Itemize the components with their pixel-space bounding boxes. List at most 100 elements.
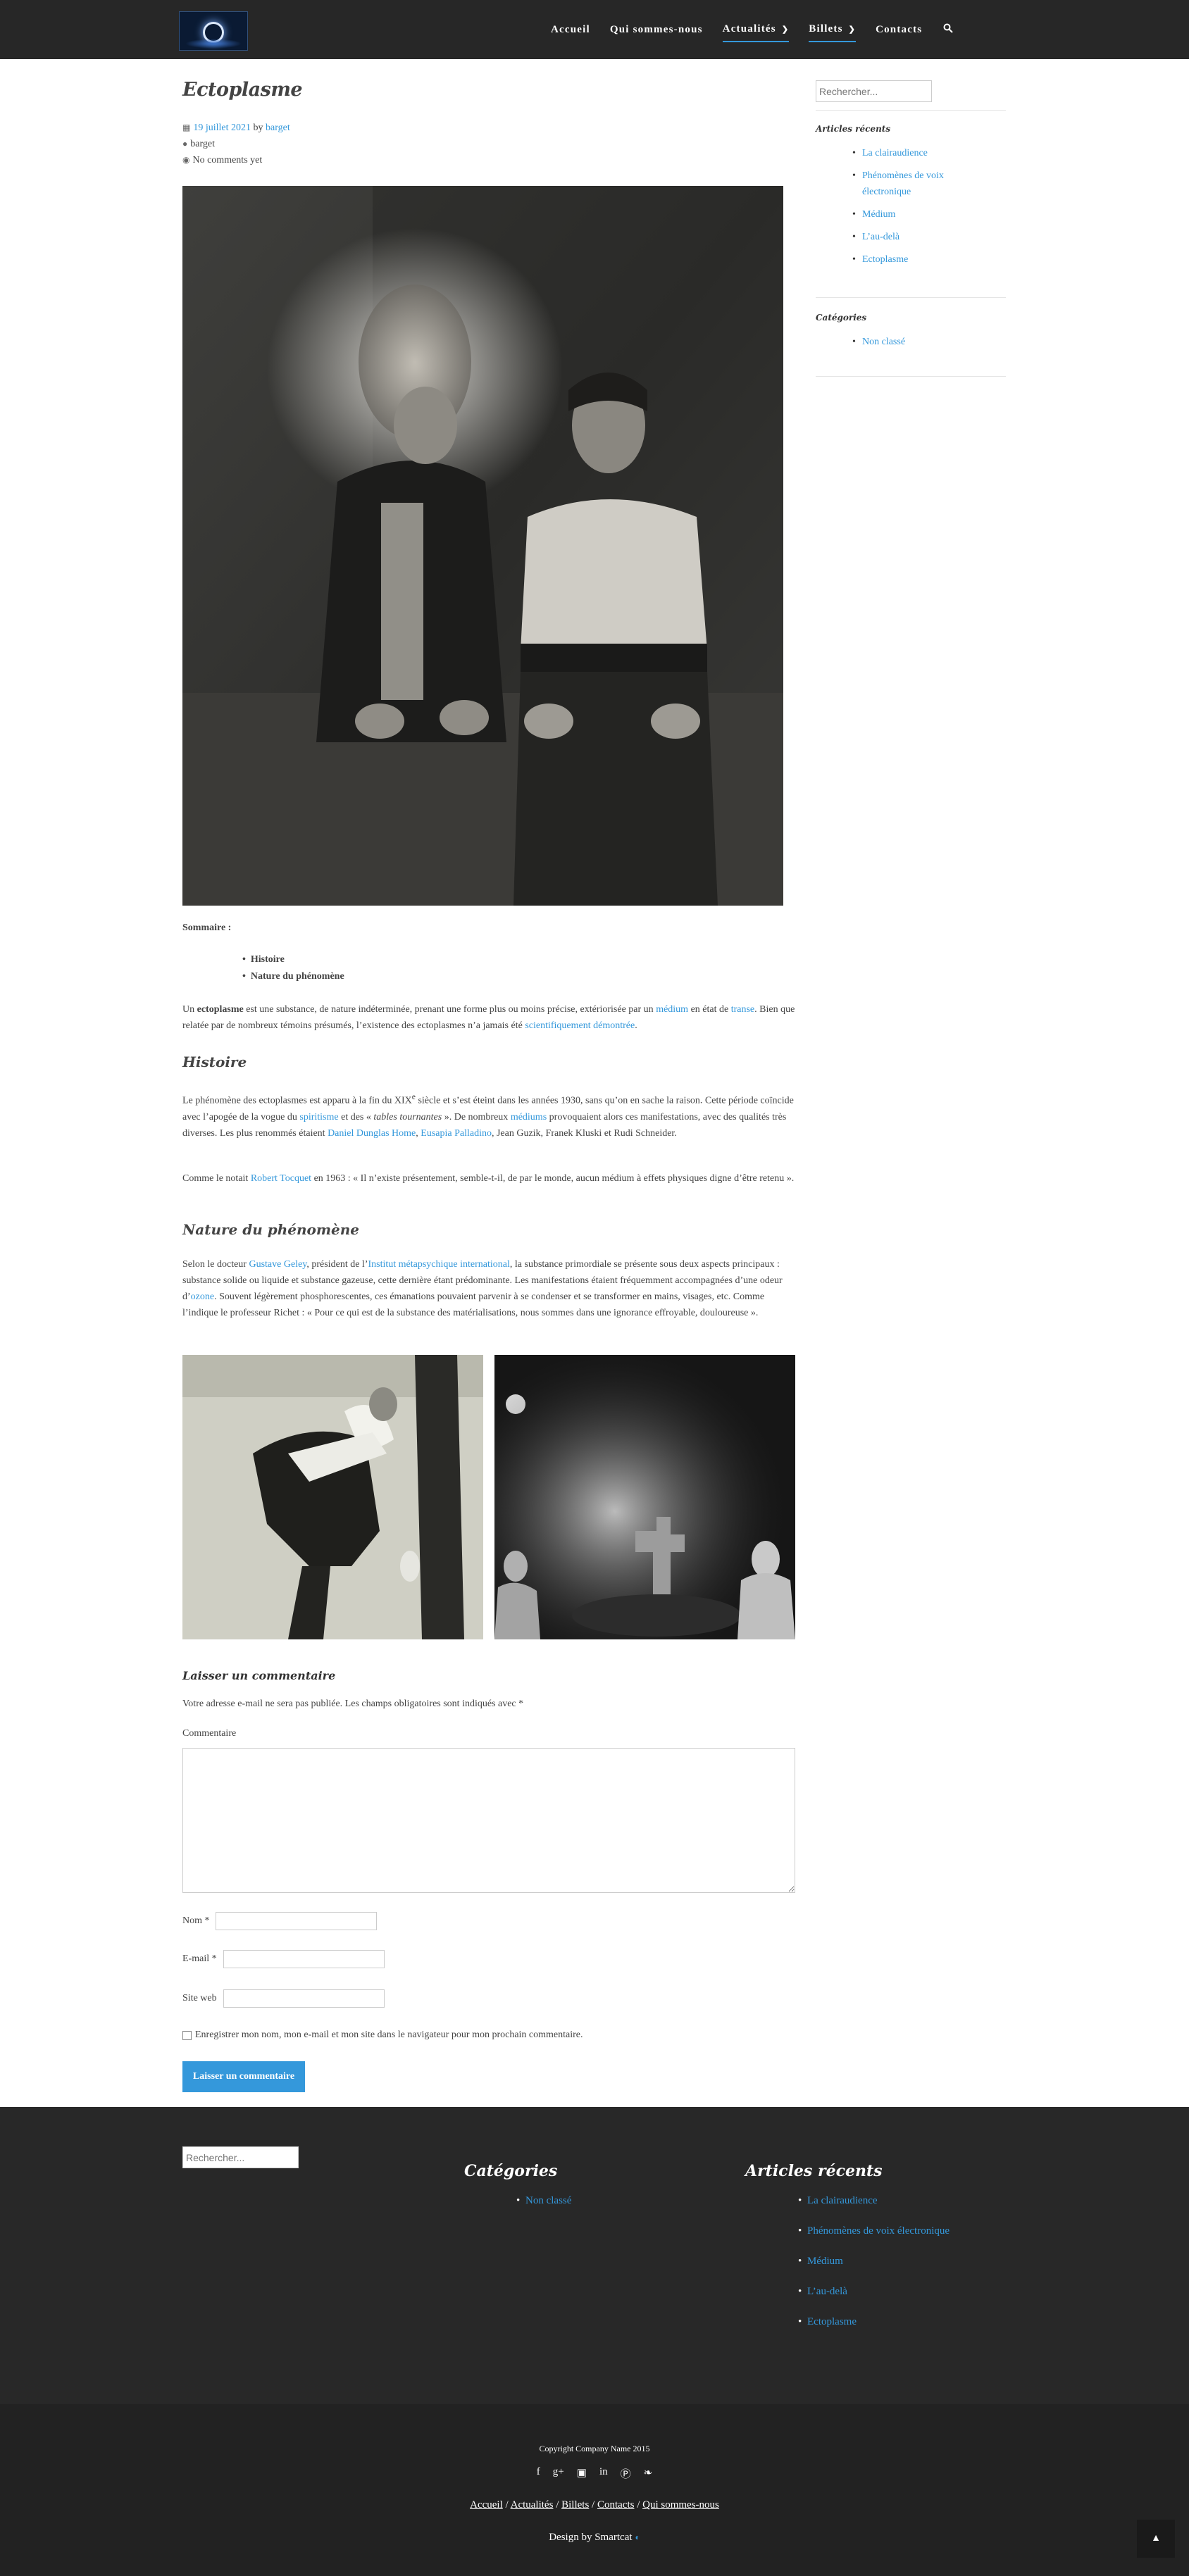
recent-post-link[interactable]: L’au-delà	[807, 2286, 847, 2297]
quote-paragraph: Comme le notait Robert Tocquet en 1963 :…	[182, 1170, 795, 1187]
nav-label: Contacts	[876, 23, 923, 35]
footer-link-qui-sommes-nous[interactable]: Qui sommes-nous	[642, 2499, 719, 2511]
link-eusapia-palladino[interactable]: Eusapia Palladino	[421, 1128, 492, 1139]
text: . Souvent légèrement phosphorescentes, c…	[182, 1292, 765, 1318]
nav-accueil[interactable]: Accueil	[551, 18, 590, 42]
recent-posts-title: Articles récents	[816, 124, 891, 134]
link-ozone[interactable]: ozone	[191, 1292, 214, 1302]
list-item[interactable]: Phénomènes de voix électronique	[852, 168, 975, 200]
author-name: barget	[190, 139, 215, 149]
nav-label: Billets	[809, 23, 843, 35]
categories-title: Catégories	[816, 313, 867, 323]
nav-billets[interactable]: Billets ❯	[809, 18, 857, 42]
copyright-text: Copyright Company Name 2015	[539, 2444, 650, 2453]
social-links: f g+ ▣ in Ⓟ ❧	[0, 2466, 1189, 2481]
calendar-icon: ▦	[182, 123, 191, 132]
footer-link-contacts[interactable]: Contacts	[597, 2499, 635, 2511]
design-credit: Design by Smartcat ◐	[0, 2532, 1189, 2544]
linkedin-icon[interactable]: in	[599, 2466, 608, 2481]
nav-label: Qui sommes-nous	[609, 23, 703, 35]
chevron-up-icon: ▲	[1151, 2533, 1161, 2544]
recent-post-link[interactable]: Ectoplasme	[807, 2316, 857, 2327]
recent-post-link[interactable]: Médium	[807, 2256, 843, 2267]
chevron-down-icon: ❯	[781, 25, 790, 34]
link-scientifiquement[interactable]: scientifiquement démontrée	[525, 1020, 635, 1031]
footer-bottom	[0, 2404, 1189, 2576]
link-daniel-dunglas-home[interactable]: Daniel Dunglas Home	[328, 1128, 416, 1139]
histoire-paragraph: Le phénomène des ectoplasmes est apparu …	[182, 1089, 795, 1142]
site-logo[interactable]	[179, 11, 248, 51]
list-item[interactable]: Non classé	[516, 2186, 571, 2216]
website-field[interactable]	[223, 1989, 385, 2008]
link-robert-tocquet[interactable]: Robert Tocquet	[251, 1173, 311, 1184]
list-item[interactable]: L’au-delà	[798, 2277, 950, 2307]
recent-post-link[interactable]: La clairaudience	[862, 148, 928, 158]
nav-actualites[interactable]: Actualités ❯	[722, 18, 790, 42]
categories-list: Non classé	[852, 334, 905, 350]
submit-comment-button[interactable]: Laisser un commentaire	[182, 2061, 305, 2092]
footer-widgets: Catégories Non classé Articles récents L…	[0, 2107, 1189, 2404]
text: Selon le docteur	[182, 1259, 249, 1270]
footer-categories-list: Non classé	[516, 2186, 571, 2216]
category-link[interactable]: Non classé	[525, 2195, 571, 2206]
text: Un	[182, 1004, 197, 1015]
list-item[interactable]: La clairaudience	[798, 2186, 950, 2216]
recent-post-link[interactable]: Ectoplasme	[862, 254, 908, 265]
google-plus-icon[interactable]: g+	[553, 2466, 564, 2481]
post-author-link[interactable]: barget	[266, 123, 290, 133]
comment-textarea[interactable]	[182, 1748, 795, 1893]
nav-qui-sommes-nous[interactable]: Qui sommes-nous	[610, 18, 703, 42]
sidebar-search-input[interactable]	[816, 80, 932, 102]
footer-search-input[interactable]	[182, 2146, 299, 2168]
comment-icon: ◉	[182, 155, 190, 165]
link-gustave-geley[interactable]: Gustave Geley	[249, 1259, 306, 1270]
toc-item[interactable]: Histoire	[242, 951, 344, 968]
recent-post-link[interactable]: Médium	[862, 209, 895, 220]
link-institut[interactable]: Institut métapsychique international	[368, 1259, 509, 1270]
twitter-icon[interactable]: ❧	[644, 2466, 653, 2481]
link-transe[interactable]: transe	[731, 1004, 754, 1015]
list-item[interactable]: Phénomènes de voix électronique	[798, 2216, 950, 2246]
comment-notice: Votre adresse e-mail ne sera pas publiée…	[182, 1699, 524, 1709]
nav-contacts[interactable]: Contacts	[876, 18, 922, 42]
list-item[interactable]: La clairaudience	[852, 145, 975, 161]
instagram-icon[interactable]: ▣	[577, 2466, 587, 2481]
name-field[interactable]	[216, 1912, 377, 1930]
list-item[interactable]: Médium	[852, 206, 975, 223]
link-mediums[interactable]: médiums	[511, 1112, 547, 1123]
nature-paragraph: Selon le docteur Gustave Geley, présiden…	[182, 1256, 795, 1321]
footer-recent-list: La clairaudience Phénomènes de voix élec…	[798, 2186, 950, 2337]
link-medium[interactable]: médium	[656, 1004, 688, 1015]
recent-post-link[interactable]: La clairaudience	[807, 2195, 878, 2206]
logo-glow	[185, 39, 242, 49]
toc-title: Sommaire :	[182, 920, 795, 936]
text: ». De nombreux	[442, 1111, 511, 1123]
footer-link-actualites[interactable]: Actualités	[511, 2499, 554, 2511]
toc-title-text: Sommaire :	[182, 923, 232, 933]
toc-item[interactable]: Nature du phénomène	[242, 968, 344, 985]
list-item[interactable]: Ectoplasme	[852, 251, 975, 268]
list-item[interactable]: Médium	[798, 2246, 950, 2277]
recent-post-link[interactable]: Phénomènes de voix électronique	[862, 170, 944, 197]
list-item[interactable]: Non classé	[852, 334, 905, 350]
list-item[interactable]: Ectoplasme	[798, 2307, 950, 2337]
link-spiritisme[interactable]: spiritisme	[299, 1112, 338, 1123]
pinterest-icon[interactable]: Ⓟ	[621, 2466, 631, 2481]
footer-link-accueil[interactable]: Accueil	[470, 2499, 503, 2511]
post-date-link[interactable]: 19 juillet 2021	[193, 123, 251, 133]
email-field[interactable]	[223, 1950, 385, 1968]
list-item[interactable]: L’au-delà	[852, 229, 975, 245]
footer-link-billets[interactable]: Billets	[561, 2499, 589, 2511]
facebook-icon[interactable]: f	[537, 2466, 540, 2481]
back-to-top-button[interactable]: ▲	[1137, 2520, 1175, 2558]
recent-post-link[interactable]: Phénomènes de voix électronique	[807, 2225, 950, 2237]
post-author-line: ● barget	[182, 139, 215, 150]
text: .	[635, 1020, 637, 1031]
save-info-checkbox[interactable]	[182, 2031, 192, 2040]
recent-post-link[interactable]: L’au-delà	[862, 232, 899, 242]
bold-term: ectoplasme	[197, 1004, 244, 1015]
cemetery-photo	[494, 1355, 795, 1639]
comment-label: Commentaire	[182, 1728, 237, 1739]
search-icon[interactable]	[943, 23, 954, 37]
category-link[interactable]: Non classé	[862, 337, 905, 347]
